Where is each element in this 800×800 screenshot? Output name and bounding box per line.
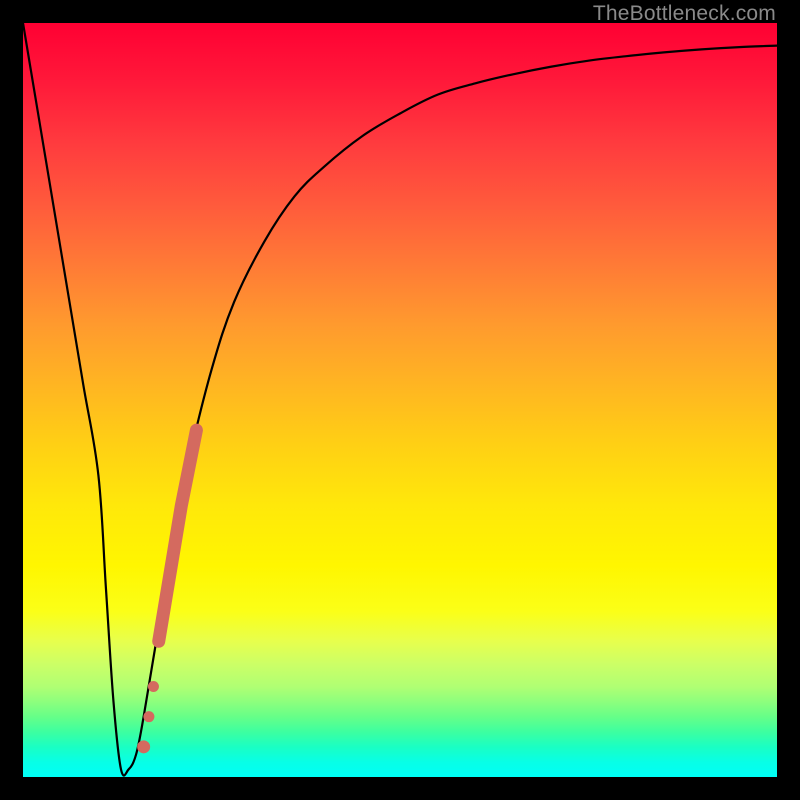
highlight-segment — [159, 430, 197, 641]
bottleneck-curve — [23, 23, 777, 776]
curve-layer — [23, 23, 777, 777]
highlight-dot — [137, 740, 150, 753]
highlight-dot — [148, 681, 159, 692]
highlight-dot — [143, 711, 154, 722]
chart-frame: TheBottleneck.com — [0, 0, 800, 800]
plot-area — [23, 23, 777, 777]
